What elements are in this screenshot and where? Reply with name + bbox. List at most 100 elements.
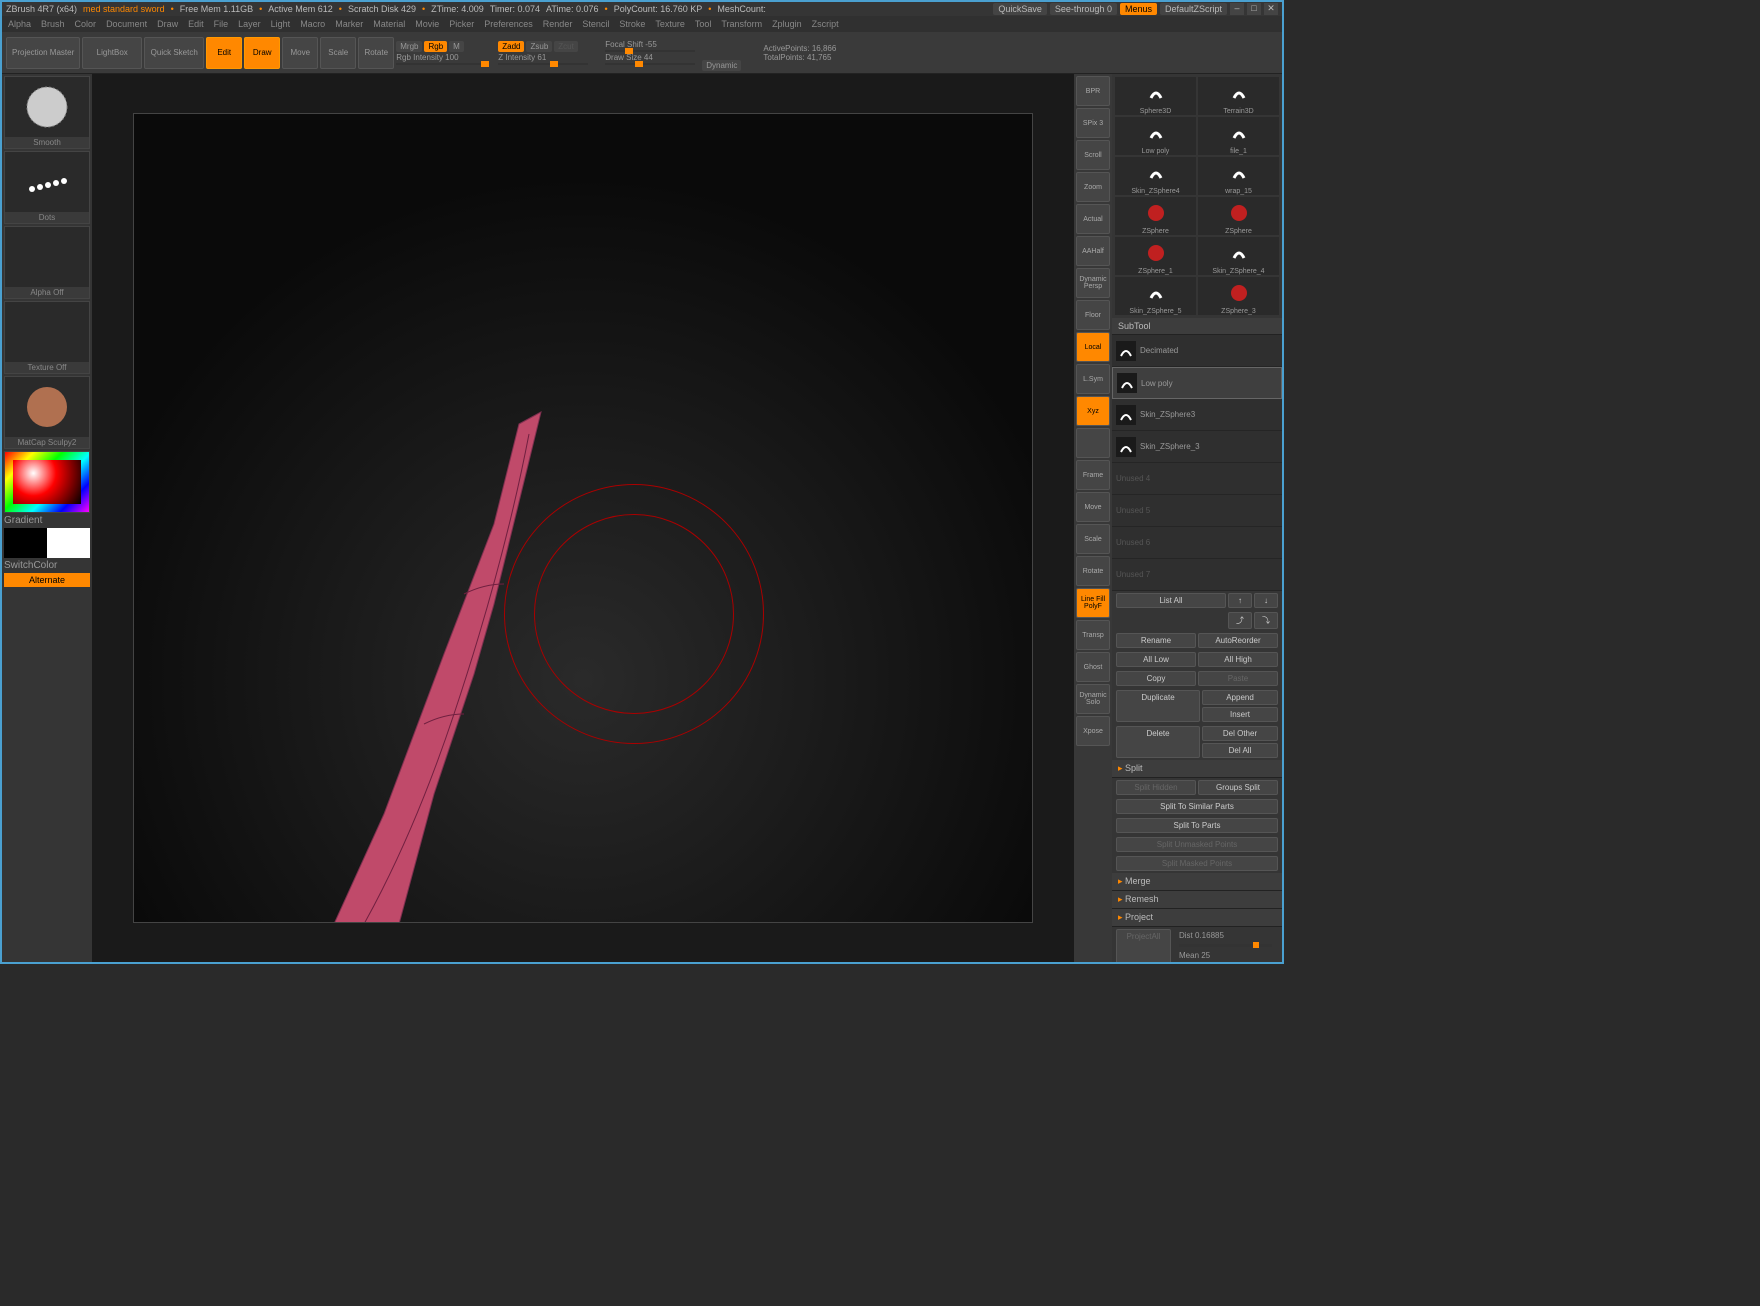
brush-thumb[interactable]: Smooth — [4, 76, 90, 149]
splitunmasked-button[interactable]: Split Unmasked Points — [1116, 837, 1278, 852]
projection-master-button[interactable]: Projection Master — [6, 37, 80, 69]
subtool-item-2[interactable]: Skin_ZSphere3 — [1112, 399, 1282, 431]
rtool-3[interactable]: Zoom — [1076, 172, 1110, 202]
tool-thumb-3[interactable]: file_1 — [1198, 117, 1279, 155]
edit-button[interactable]: Edit — [206, 37, 242, 69]
rtool-13[interactable]: Move — [1076, 492, 1110, 522]
color-picker[interactable] — [4, 451, 90, 513]
rgb-button[interactable]: Rgb — [424, 41, 447, 52]
menu-macro[interactable]: Macro — [300, 19, 325, 29]
rtool-6[interactable]: Dynamic Persp — [1076, 268, 1110, 298]
subtool-item-3[interactable]: Skin_ZSphere_3 — [1112, 431, 1282, 463]
menu-tool[interactable]: Tool — [695, 19, 712, 29]
delall-button[interactable]: Del All — [1202, 743, 1278, 758]
tool-thumb-10[interactable]: Skin_ZSphere_5 — [1115, 277, 1196, 315]
mrgb-button[interactable]: Mrgb — [396, 41, 422, 52]
subtool-item-1[interactable]: Low poly — [1112, 367, 1282, 399]
rtool-18[interactable]: Ghost — [1076, 652, 1110, 682]
zsub-button[interactable]: Zsub — [526, 41, 552, 52]
tool-thumb-2[interactable]: Low poly — [1115, 117, 1196, 155]
menu-stencil[interactable]: Stencil — [582, 19, 609, 29]
menu-edit[interactable]: Edit — [188, 19, 204, 29]
rtool-15[interactable]: Rotate — [1076, 556, 1110, 586]
merge-header[interactable]: Merge — [1112, 873, 1282, 891]
menu-zplugin[interactable]: Zplugin — [772, 19, 802, 29]
menu-document[interactable]: Document — [106, 19, 147, 29]
switchcolor-button[interactable]: SwitchColor — [4, 560, 90, 571]
tool-thumb-8[interactable]: ZSphere_1 — [1115, 237, 1196, 275]
rtool-10[interactable]: Xyz — [1076, 396, 1110, 426]
delete-button[interactable]: Delete — [1116, 726, 1200, 758]
menu-preferences[interactable]: Preferences — [484, 19, 533, 29]
m-button[interactable]: M — [449, 41, 464, 52]
rtool-1[interactable]: SPix 3 — [1076, 108, 1110, 138]
alllow-button[interactable]: All Low — [1116, 652, 1196, 667]
rtool-19[interactable]: Dynamic Solo — [1076, 684, 1110, 714]
splitparts-button[interactable]: Split To Parts — [1116, 818, 1278, 833]
focal-shift-label[interactable]: Focal Shift -55 — [605, 40, 695, 49]
autoreorder-button[interactable]: AutoReorder — [1198, 633, 1278, 648]
tool-thumb-1[interactable]: Terrain3D — [1198, 77, 1279, 115]
subtool-item-6[interactable]: Unused 6 — [1112, 527, 1282, 559]
paste-button[interactable]: Paste — [1198, 671, 1278, 686]
rename-button[interactable]: Rename — [1116, 633, 1196, 648]
scale-button[interactable]: Scale — [320, 37, 356, 69]
remesh-header[interactable]: Remesh — [1112, 891, 1282, 909]
max-icon[interactable]: □ — [1247, 3, 1261, 15]
copy-button[interactable]: Copy — [1116, 671, 1196, 686]
down-arrow-icon[interactable]: ↓ — [1254, 593, 1278, 608]
draw-button[interactable]: Draw — [244, 37, 280, 69]
zadd-button[interactable]: Zadd — [498, 41, 524, 52]
subtool-item-5[interactable]: Unused 5 — [1112, 495, 1282, 527]
menu-material[interactable]: Material — [373, 19, 405, 29]
move-button[interactable]: Move — [282, 37, 318, 69]
rtool-2[interactable]: Scroll — [1076, 140, 1110, 170]
draw-size-label[interactable]: Draw Size 44 — [605, 53, 695, 62]
zcut-button[interactable]: Zcut — [554, 41, 578, 52]
rgb-intensity-slider[interactable] — [396, 63, 486, 65]
rtool-0[interactable]: BPR — [1076, 76, 1110, 106]
projectall-button[interactable]: ProjectAll — [1116, 929, 1171, 962]
menu-picker[interactable]: Picker — [449, 19, 474, 29]
lightbox-button[interactable]: LightBox — [82, 37, 142, 69]
move-down-icon[interactable]: ⤵ — [1254, 612, 1278, 629]
project-header[interactable]: Project — [1112, 909, 1282, 927]
seethrough-slider[interactable]: See-through 0 — [1050, 3, 1117, 15]
insert-button[interactable]: Insert — [1202, 707, 1278, 722]
menu-layer[interactable]: Layer — [238, 19, 261, 29]
rtool-12[interactable]: Frame — [1076, 460, 1110, 490]
menu-render[interactable]: Render — [543, 19, 573, 29]
rtool-4[interactable]: Actual — [1076, 204, 1110, 234]
up-arrow-icon[interactable]: ↑ — [1228, 593, 1252, 608]
menu-stroke[interactable]: Stroke — [619, 19, 645, 29]
alpha-thumb[interactable]: Alpha Off — [4, 226, 90, 299]
rtool-5[interactable]: AAHalf — [1076, 236, 1110, 266]
focal-shift-slider[interactable] — [605, 50, 695, 52]
tool-thumb-0[interactable]: Sphere3D — [1115, 77, 1196, 115]
tool-thumb-5[interactable]: wrap_15 — [1198, 157, 1279, 195]
stroke-thumb[interactable]: Dots — [4, 151, 90, 224]
canvas-area[interactable] — [92, 74, 1074, 962]
menu-texture[interactable]: Texture — [655, 19, 685, 29]
menu-marker[interactable]: Marker — [335, 19, 363, 29]
rtool-16[interactable]: Line Fill PolyF — [1076, 588, 1110, 618]
splitsimilar-button[interactable]: Split To Similar Parts — [1116, 799, 1278, 814]
rtool-9[interactable]: L.Sym — [1076, 364, 1110, 394]
append-button[interactable]: Append — [1202, 690, 1278, 705]
rtool-11[interactable] — [1076, 428, 1110, 458]
menu-alpha[interactable]: Alpha — [8, 19, 31, 29]
rtool-7[interactable]: Floor — [1076, 300, 1110, 330]
quicksave-button[interactable]: QuickSave — [993, 3, 1047, 15]
rtool-17[interactable]: Transp — [1076, 620, 1110, 650]
rtool-8[interactable]: Local — [1076, 332, 1110, 362]
split-header[interactable]: Split — [1112, 760, 1282, 778]
allhigh-button[interactable]: All High — [1198, 652, 1278, 667]
quicksketch-button[interactable]: Quick Sketch — [144, 37, 204, 69]
menu-zscript[interactable]: Zscript — [812, 19, 839, 29]
gradient-label[interactable]: Gradient — [4, 515, 90, 526]
zscript-label[interactable]: DefaultZScript — [1160, 3, 1227, 15]
splitmasked-button[interactable]: Split Masked Points — [1116, 856, 1278, 871]
menu-color[interactable]: Color — [75, 19, 97, 29]
menu-brush[interactable]: Brush — [41, 19, 65, 29]
dynamic-button[interactable]: Dynamic — [702, 60, 741, 71]
